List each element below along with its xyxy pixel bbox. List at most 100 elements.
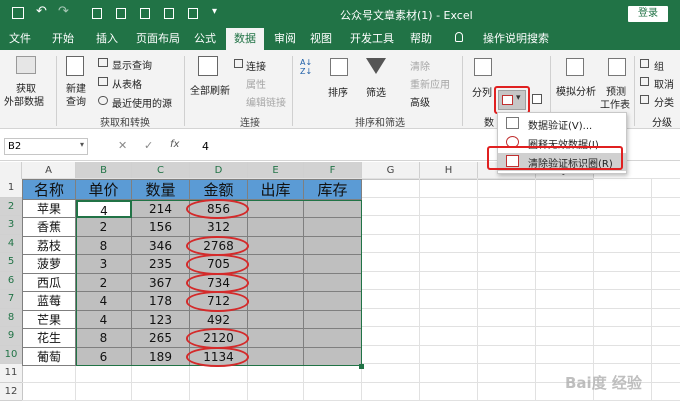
tab-review[interactable]: 审阅 (268, 28, 302, 50)
clear-filter-button[interactable]: 清除 (410, 58, 430, 73)
row-header[interactable]: 7 (0, 290, 23, 309)
table-cell[interactable]: 705 (190, 255, 248, 274)
table-cell[interactable] (248, 273, 304, 292)
table-row-label[interactable]: 荔枝 (22, 236, 76, 255)
table-cell[interactable] (248, 218, 304, 237)
table-cell[interactable]: 178 (132, 292, 190, 311)
connections-button[interactable]: 连接 (246, 58, 266, 73)
tab-home[interactable]: 开始 (44, 28, 82, 50)
table-cell[interactable]: 1134 (190, 347, 248, 366)
table-row-label[interactable]: 葡萄 (22, 347, 76, 366)
tab-formulas[interactable]: 公式 (188, 28, 222, 50)
qat-more-icon[interactable]: ▾ (212, 6, 217, 17)
redo-icon[interactable]: ↷ (58, 4, 69, 19)
table-cell[interactable] (248, 310, 304, 329)
whatif-analysis-button[interactable]: 模拟分析 (556, 83, 596, 98)
tab-file[interactable]: 文件 (2, 28, 38, 50)
table-cell[interactable] (248, 347, 304, 366)
table-cell[interactable]: 492 (190, 310, 248, 329)
qat-icon-5[interactable] (188, 8, 198, 19)
table-cell[interactable]: 346 (132, 236, 190, 255)
tab-view[interactable]: 视图 (304, 28, 338, 50)
table-header-cell[interactable]: 出库 (248, 179, 304, 200)
table-cell[interactable]: 8 (76, 236, 132, 255)
table-cell[interactable]: 235 (132, 255, 190, 274)
advanced-filter-button[interactable]: 高级 (410, 94, 430, 109)
row-header[interactable]: 2 (0, 197, 23, 216)
table-cell[interactable] (248, 199, 304, 218)
table-header-cell[interactable]: 单价 (76, 179, 132, 200)
table-cell[interactable]: 8 (76, 329, 132, 348)
tab-insert[interactable]: 插入 (88, 28, 126, 50)
table-cell[interactable]: 265 (132, 329, 190, 348)
qat-icon-1[interactable] (92, 8, 102, 19)
table-cell[interactable]: 123 (132, 310, 190, 329)
forecast-sheet-label2[interactable]: 工作表 (600, 96, 630, 111)
table-cell[interactable] (304, 255, 362, 274)
refresh-all-button[interactable]: 全部刷新 (190, 82, 230, 97)
table-cell[interactable]: 734 (190, 273, 248, 292)
row-header[interactable]: 11 (0, 364, 23, 383)
tab-page-layout[interactable]: 页面布局 (130, 28, 186, 50)
save-icon[interactable] (12, 7, 24, 19)
manage-data-model-icon[interactable] (532, 94, 542, 104)
table-cell[interactable]: 4 (76, 292, 132, 311)
table-header-cell[interactable]: 金额 (190, 179, 248, 200)
show-query-button[interactable]: 显示查询 (112, 57, 152, 72)
table-cell[interactable] (248, 329, 304, 348)
tab-data[interactable]: 数据 (226, 28, 264, 50)
cancel-icon[interactable]: ✕ (118, 139, 127, 152)
table-cell[interactable] (304, 329, 362, 348)
tab-help[interactable]: 帮助 (404, 28, 438, 50)
tell-me-search[interactable]: 操作说明搜索 (470, 28, 562, 50)
new-query-label2[interactable]: 查询 (66, 93, 86, 108)
table-cell[interactable] (304, 199, 362, 218)
filter-button[interactable]: 筛选 (366, 84, 386, 99)
table-cell[interactable]: 189 (132, 347, 190, 366)
reapply-button[interactable]: 重新应用 (410, 76, 450, 91)
sort-az-icon[interactable]: A↓ Z↓ (300, 58, 312, 76)
table-row-label[interactable]: 蓝莓 (22, 292, 76, 311)
row-header[interactable]: 5 (0, 253, 23, 272)
table-cell[interactable]: 4 (76, 310, 132, 329)
table-header-cell[interactable]: 数量 (132, 179, 190, 200)
table-cell[interactable]: 2768 (190, 236, 248, 255)
select-all-corner[interactable] (0, 162, 22, 180)
data-validation-button[interactable]: ▾ (498, 90, 526, 110)
get-data-label2[interactable]: 外部数据 (4, 93, 44, 108)
table-cell[interactable]: 156 (132, 218, 190, 237)
subtotal-button[interactable]: 分类 (654, 94, 674, 109)
table-cell[interactable] (304, 310, 362, 329)
table-cell[interactable] (304, 273, 362, 292)
table-cell[interactable]: 367 (132, 273, 190, 292)
recent-sources-button[interactable]: 最近使用的源 (112, 95, 172, 110)
tab-developer[interactable]: 开发工具 (344, 28, 400, 50)
row-header[interactable]: 6 (0, 271, 23, 290)
ungroup-button[interactable]: 取消 (654, 76, 674, 91)
table-cell[interactable]: 4 (76, 199, 132, 218)
table-cell[interactable]: 3 (76, 255, 132, 274)
table-row-label[interactable]: 香蕉 (22, 218, 76, 237)
row-header[interactable]: 9 (0, 327, 23, 346)
row-header[interactable]: 1 (0, 179, 23, 198)
edit-links-button[interactable]: 编辑链接 (246, 94, 286, 109)
qat-icon-2[interactable] (116, 8, 126, 19)
table-cell[interactable]: 2120 (190, 329, 248, 348)
table-cell[interactable]: 2 (76, 273, 132, 292)
table-cell[interactable] (304, 292, 362, 311)
login-button[interactable]: 登录 (628, 6, 668, 22)
group-button[interactable]: 组 (654, 58, 664, 73)
sort-button[interactable]: 排序 (328, 84, 348, 99)
table-row-label[interactable]: 花生 (22, 329, 76, 348)
from-table-button[interactable]: 从表格 (112, 76, 142, 91)
menu-item-data-validation[interactable]: 数据验证(V)... (498, 115, 626, 133)
menu-item-circle-invalid[interactable]: 圈释无效数据(I) (498, 134, 626, 152)
name-box[interactable]: B2 (4, 138, 88, 155)
undo-icon[interactable]: ↶ (36, 4, 47, 19)
table-cell[interactable] (304, 236, 362, 255)
table-row-label[interactable]: 菠萝 (22, 255, 76, 274)
table-header-cell[interactable]: 库存 (304, 179, 362, 200)
fill-handle[interactable] (359, 364, 364, 369)
table-cell[interactable] (248, 292, 304, 311)
table-row-label[interactable]: 芒果 (22, 310, 76, 329)
